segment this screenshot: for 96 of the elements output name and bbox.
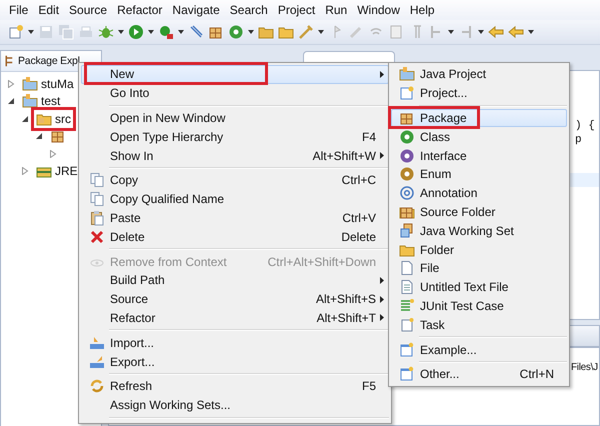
menu-bar-item[interactable]: Window (352, 0, 405, 20)
caret-icon[interactable] (178, 30, 184, 34)
example-icon (399, 342, 415, 358)
menu-item[interactable]: Source Folder (391, 202, 567, 222)
menu-item[interactable]: Other... Ctrl+N (391, 364, 567, 384)
menu-item[interactable]: Task (391, 315, 567, 334)
menu-item[interactable]: Copy Ctrl+C (81, 170, 389, 190)
caret-icon[interactable] (478, 30, 484, 34)
menu-bar-item[interactable]: Refactor (112, 0, 168, 20)
collapsed-arrow-icon[interactable] (21, 167, 29, 176)
collapsed-arrow-icon[interactable] (7, 80, 15, 88)
refresh-icon (89, 378, 105, 394)
export-icon (89, 354, 105, 370)
task-icon (399, 316, 415, 333)
console-text: Files\J (571, 362, 599, 375)
annotation-icon (399, 185, 415, 202)
menu-item[interactable]: Example... (391, 340, 567, 359)
menu-item[interactable]: Annotation (391, 184, 567, 203)
code-line: p (575, 133, 583, 147)
caret-icon[interactable] (318, 30, 324, 34)
project-folder-icon (399, 66, 415, 82)
menu-bar-item[interactable]: Project (272, 0, 320, 20)
menu-item[interactable]: Package (391, 108, 567, 128)
menu-item[interactable]: JUnit Test Case (391, 296, 567, 316)
menu-bar-item[interactable]: Run (320, 0, 352, 20)
menu-bar-item[interactable]: Source (64, 0, 112, 20)
menu-item[interactable]: Open in New Window (81, 108, 389, 128)
menu-item[interactable]: Delete Delete (81, 227, 389, 246)
tree-item[interactable]: src (31, 106, 76, 131)
project-icon (399, 85, 415, 102)
menu-item[interactable]: Enum (391, 164, 567, 184)
menu-item[interactable]: Import... (81, 333, 389, 352)
submenu-arrow-icon (380, 276, 384, 284)
menu-item[interactable]: Export... (81, 352, 389, 371)
document-icon[interactable] (388, 24, 404, 40)
menu-item[interactable]: Interface (391, 146, 567, 165)
menu-bar-item[interactable]: Edit (33, 0, 64, 20)
tree-item-label[interactable]: test (41, 94, 60, 108)
expanded-arrow-icon[interactable] (7, 97, 15, 106)
import-icon (89, 334, 105, 351)
submenu-arrow-icon (380, 296, 384, 303)
delete-icon (89, 228, 105, 245)
print-icon[interactable] (78, 24, 94, 40)
copy-icon (89, 172, 105, 188)
menu-item[interactable]: Folder (391, 240, 567, 259)
collapsed-arrow-icon[interactable] (49, 150, 57, 158)
menu-item[interactable]: Paste Ctrl+V (81, 208, 389, 228)
caret-icon[interactable] (248, 30, 254, 34)
file-icon (399, 260, 415, 276)
menu-item[interactable]: Assign Working Sets... (81, 396, 389, 415)
copy-icon (89, 191, 105, 208)
working-set-icon (399, 222, 415, 239)
menu-item[interactable]: Java Project (391, 65, 567, 84)
menu-item[interactable]: Show In Alt+Shift+W (81, 146, 389, 165)
menu-item[interactable]: New (81, 65, 389, 84)
tree-item-label[interactable]: JRE (55, 164, 78, 178)
menu-item[interactable]: Java Working Set (391, 221, 567, 240)
menu-item[interactable]: Build Path (81, 270, 389, 290)
caret-icon[interactable] (118, 30, 124, 34)
paste-icon (89, 210, 105, 226)
tree-item-label[interactable]: src (55, 112, 71, 126)
test-case-icon (399, 298, 415, 314)
project-folder-icon (22, 76, 38, 92)
submenu-arrow-icon (380, 152, 384, 160)
menu-bar-item[interactable]: Navigate (167, 0, 225, 20)
caret-icon[interactable] (528, 30, 534, 34)
enum-icon (399, 166, 415, 182)
menu-item[interactable]: Copy Qualified Name (81, 190, 389, 209)
code-line: ) { (575, 119, 596, 133)
expanded-arrow-icon[interactable] (21, 114, 29, 123)
interface-icon (399, 148, 415, 164)
class-icon (399, 128, 415, 145)
menu-item[interactable]: Untitled Text File (391, 278, 567, 297)
menu-item[interactable]: Source Alt+Shift+S (81, 290, 389, 309)
menu-bar-item[interactable]: Help (404, 0, 440, 20)
menu-item[interactable]: Refresh F5 (81, 376, 389, 396)
caret-icon[interactable] (448, 30, 454, 34)
project-folder-icon (22, 93, 38, 110)
expanded-arrow-icon[interactable] (35, 132, 43, 140)
menu-item[interactable]: Project... (391, 84, 567, 103)
example-icon (399, 366, 415, 382)
run-icon[interactable] (128, 24, 144, 40)
caret-icon[interactable] (28, 30, 34, 34)
menu-item[interactable]: Go Into (81, 84, 389, 103)
text-file-icon (399, 279, 415, 296)
caret-icon[interactable] (148, 30, 154, 34)
menu-item[interactable]: File (391, 258, 567, 278)
save-all-icon[interactable] (58, 24, 74, 40)
menu-item[interactable]: Open Type Hierarchy F4 (81, 127, 389, 146)
tree-item-label[interactable]: stuMa (41, 76, 74, 91)
menu-bar-item[interactable]: Search (224, 0, 273, 20)
menu-item[interactable]: Refactor Alt+Shift+T (81, 308, 389, 328)
submenu-arrow-icon (380, 70, 384, 78)
submenu-arrow-icon (380, 314, 384, 322)
menu-bar-item[interactable]: File (4, 0, 34, 20)
menu-item[interactable]: Class (391, 127, 567, 146)
